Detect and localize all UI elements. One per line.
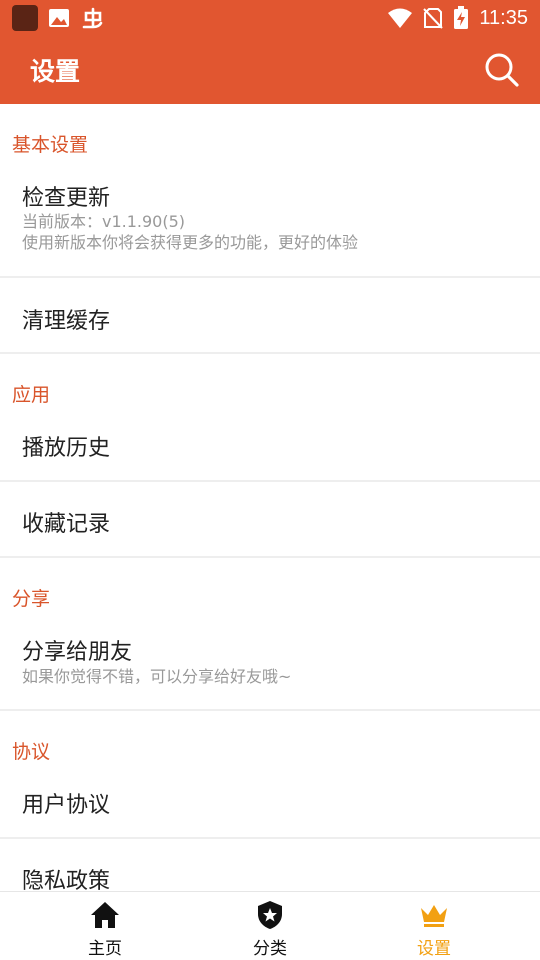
privacy-policy-title: 隐私政策 bbox=[22, 869, 111, 892]
share-description-text: 如果你觉得不错，可以分享给好友哦~ bbox=[22, 667, 292, 686]
crown-icon bbox=[421, 905, 447, 927]
app-notification-icon bbox=[12, 5, 38, 31]
play-history-title: 播放历史 bbox=[22, 436, 111, 461]
nav-category[interactable]: 分类 bbox=[180, 892, 360, 960]
section-header-share: 分享 bbox=[12, 588, 51, 610]
divider bbox=[0, 480, 540, 482]
search-button[interactable] bbox=[482, 50, 522, 90]
settings-list: 基本设置 检查更新 当前版本：v1.1.90(5) 使用新版本你将会获得更多的功… bbox=[0, 104, 540, 892]
favorites-title: 收藏记录 bbox=[22, 512, 111, 537]
section-header-agreement: 协议 bbox=[12, 741, 51, 763]
divider bbox=[0, 837, 540, 839]
nav-home-label: 主页 bbox=[88, 939, 122, 959]
current-version-text: 当前版本：v1.1.90(5) bbox=[22, 212, 186, 231]
page-title: 设置 bbox=[30, 57, 81, 86]
shield-star-icon bbox=[258, 901, 282, 929]
status-bar: 11:35 bbox=[0, 0, 540, 36]
status-time: 11:35 bbox=[479, 6, 528, 29]
divider bbox=[0, 556, 540, 558]
no-sim-icon bbox=[423, 8, 444, 29]
screen: 11:35 设置 基本设置 检查更新 当前版本：v1.1.90(5) 使用新版本… bbox=[0, 0, 540, 960]
bottom-navigation: 主页 分类 设置 bbox=[0, 891, 540, 960]
section-header-app: 应用 bbox=[12, 384, 51, 406]
battery-charging-icon bbox=[454, 6, 469, 29]
divider bbox=[0, 352, 540, 354]
status-bar-notifications bbox=[12, 5, 106, 31]
section-header-basic: 基本设置 bbox=[12, 134, 89, 156]
nav-settings[interactable]: 设置 bbox=[344, 892, 524, 960]
nav-home[interactable]: 主页 bbox=[15, 892, 195, 960]
check-update-title: 检查更新 bbox=[22, 186, 111, 211]
nav-settings-label: 设置 bbox=[417, 939, 451, 959]
image-notification-icon bbox=[49, 9, 69, 27]
search-icon bbox=[485, 53, 519, 87]
share-to-friends-title: 分享给朋友 bbox=[22, 640, 133, 665]
divider bbox=[0, 276, 540, 278]
update-description-text: 使用新版本你将会获得更多的功能，更好的体验 bbox=[22, 233, 359, 252]
user-agreement-title: 用户协议 bbox=[22, 793, 111, 818]
nav-category-label: 分类 bbox=[253, 939, 287, 959]
app-bar: 设置 bbox=[0, 36, 540, 104]
divider bbox=[0, 709, 540, 711]
wifi-icon bbox=[388, 8, 413, 28]
status-bar-system: 11:35 bbox=[387, 0, 528, 36]
clear-cache-title: 清理缓存 bbox=[22, 309, 111, 334]
bug-notification-icon bbox=[82, 7, 103, 29]
home-icon bbox=[91, 902, 119, 928]
